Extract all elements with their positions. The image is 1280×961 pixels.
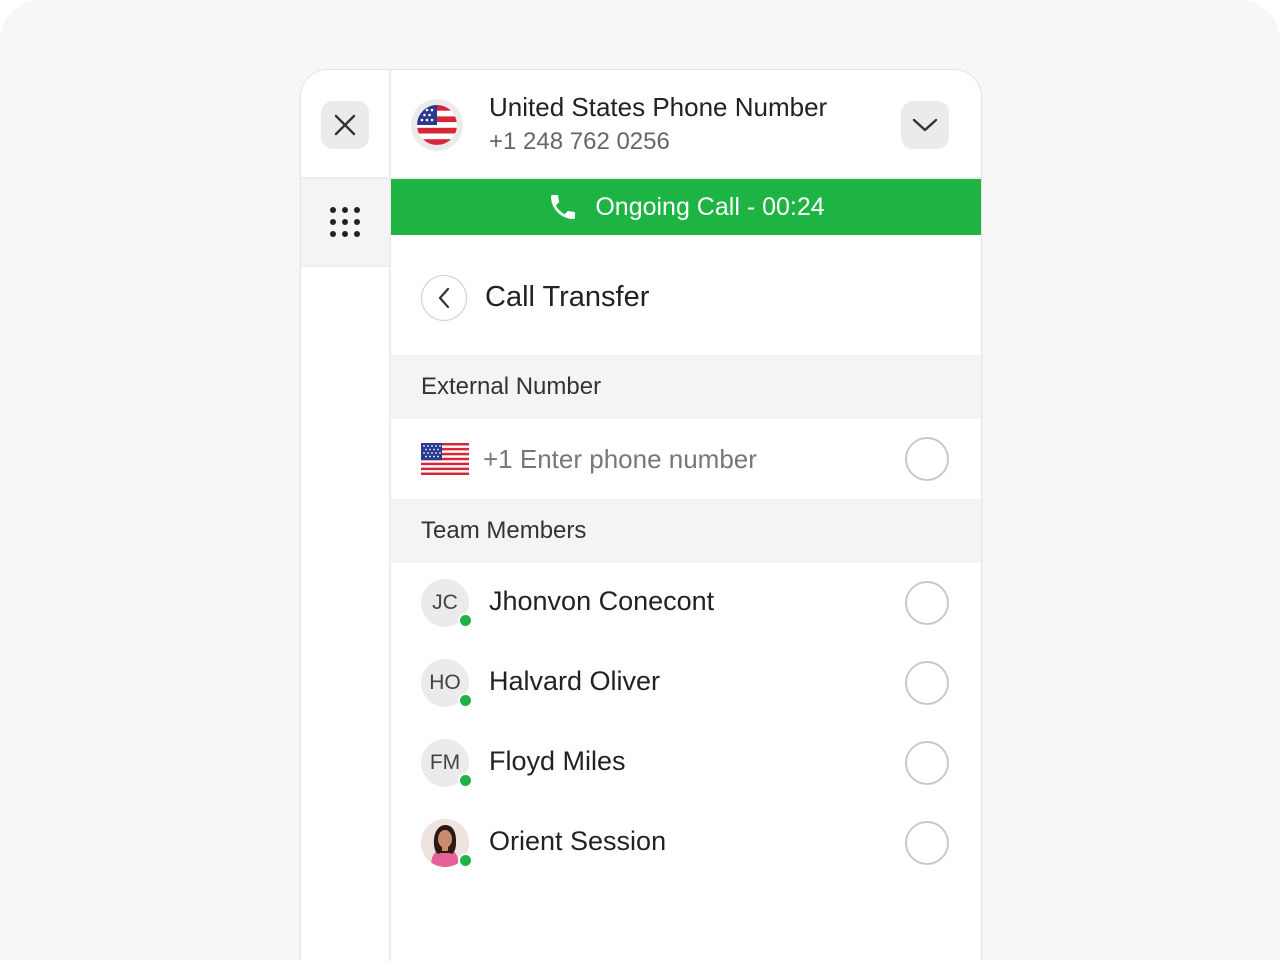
member-name: Orient Session	[489, 826, 667, 856]
chevron-down-icon	[912, 118, 938, 132]
external-number-header: External Number	[391, 355, 981, 419]
member-name: Floyd Miles	[489, 746, 626, 776]
call-transfer-title-row: Call Transfer	[391, 235, 981, 353]
online-status-dot	[458, 773, 473, 788]
app-background: United States Phone Number +1 248 762 02…	[0, 0, 1280, 961]
team-members-header: Team Members	[391, 499, 981, 563]
member-select-radio[interactable]	[905, 821, 949, 865]
us-flag-icon	[421, 443, 469, 475]
page-title: Call Transfer	[485, 281, 650, 313]
header-title: United States Phone Number	[489, 92, 828, 122]
phone-icon	[551, 195, 576, 219]
online-status-dot	[458, 613, 473, 628]
ongoing-call-bar: Ongoing Call - 00:24	[391, 179, 981, 235]
close-icon	[334, 114, 356, 136]
dialpad-button[interactable]	[301, 179, 389, 267]
member-name: Jhonvon Conecont	[489, 586, 715, 616]
close-button[interactable]	[321, 101, 369, 149]
dialpad-icon	[330, 207, 360, 237]
member-select-radio[interactable]	[905, 741, 949, 785]
member-select-radio[interactable]	[905, 661, 949, 705]
online-status-dot	[458, 853, 473, 868]
number-dropdown-button[interactable]	[901, 101, 949, 149]
us-flag-icon	[417, 105, 457, 145]
chevron-left-icon	[438, 287, 450, 309]
avatar-initials: HO	[429, 671, 461, 694]
team-member-row[interactable]: HO Halvard Oliver	[391, 643, 981, 723]
online-status-dot	[458, 693, 473, 708]
us-flag-avatar	[411, 99, 463, 151]
external-number-row	[391, 419, 981, 499]
avatar: JC	[421, 579, 473, 628]
external-number-radio[interactable]	[905, 437, 949, 481]
main-column: United States Phone Number +1 248 762 02…	[391, 70, 981, 961]
team-member-row[interactable]: FM Floyd Miles	[391, 723, 981, 803]
back-button[interactable]	[421, 275, 467, 321]
avatar-initials: FM	[429, 751, 461, 774]
call-status-text: Ongoing Call - 00:24	[595, 192, 825, 221]
team-member-row[interactable]: JC Jhonvon Conecont	[391, 563, 981, 643]
team-member-row[interactable]: Orient Session	[391, 803, 981, 883]
external-phone-input[interactable]	[483, 439, 863, 479]
member-name: Halvard Oliver	[489, 666, 661, 696]
avatar-initials: JC	[432, 591, 458, 614]
avatar	[421, 819, 473, 868]
call-panel: United States Phone Number +1 248 762 02…	[300, 69, 982, 961]
rail-close-cell	[301, 70, 389, 179]
left-rail	[301, 70, 391, 961]
member-select-radio[interactable]	[905, 581, 949, 625]
avatar: FM	[421, 739, 473, 788]
header-phone-number: +1 248 762 0256	[489, 128, 670, 155]
avatar: HO	[421, 659, 473, 708]
phone-number-header: United States Phone Number +1 248 762 02…	[391, 70, 981, 179]
